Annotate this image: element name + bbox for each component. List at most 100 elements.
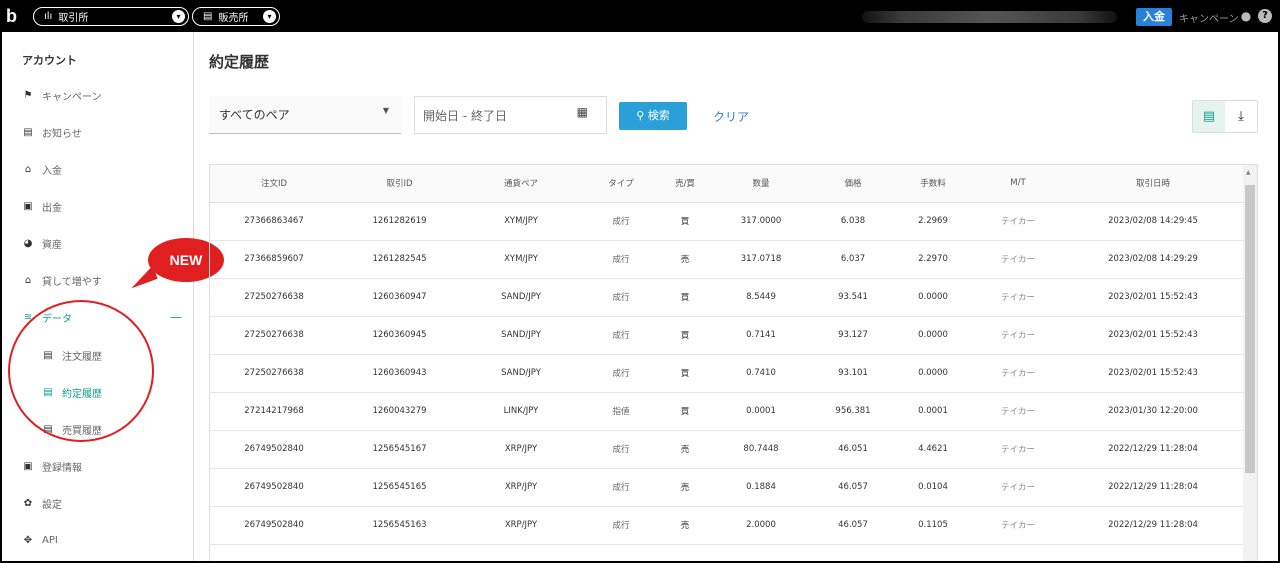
brand-logo[interactable]: b: [6, 7, 26, 27]
store-selector[interactable]: ▤ 販売所 ▾: [192, 7, 280, 26]
sidebar-item-label: 貸して増やす: [42, 276, 102, 288]
search-button[interactable]: ⚲ 検索: [619, 102, 687, 130]
column-header[interactable]: 価格: [813, 165, 893, 203]
clear-button[interactable]: クリア: [713, 108, 749, 125]
table-cell: 27250276638: [210, 354, 338, 393]
top-bar: b ılı 取引所 ▾ ▤ 販売所 ▾ 入金 キャンペーン ● ?: [2, 2, 1278, 32]
sidebar-item-label: 出金: [42, 202, 62, 214]
sidebar-item-settings[interactable]: ✿ 設定: [22, 493, 192, 513]
user-icon[interactable]: ●: [1239, 9, 1253, 23]
gear-icon: ✿: [23, 497, 33, 509]
table-cell: 1260360943: [338, 354, 461, 393]
pair-select[interactable]: すべてのペア ▼: [209, 96, 401, 134]
column-header[interactable]: 売/買: [661, 165, 709, 203]
table-cell: 2.0000: [709, 506, 813, 545]
sidebar-item-notices[interactable]: ▤ お知らせ: [22, 122, 192, 142]
table-cell: テイカー: [973, 506, 1063, 545]
table-cell: 46.057: [813, 468, 893, 507]
table-cell: 6.038: [813, 202, 893, 241]
list-view-icon[interactable]: ▤: [1193, 101, 1225, 132]
table-cell: 成行: [581, 202, 661, 241]
table-cell: 0.0001: [893, 392, 973, 431]
sidebar-item-withdraw[interactable]: ▣ 出金: [22, 196, 192, 216]
id-card-icon: ▣: [23, 460, 33, 472]
table-row[interactable]: 26749502840 1256545167 XRP/JPY 成行売 80.7448 46…: [210, 430, 1243, 469]
calendar-icon[interactable]: ▦: [577, 105, 588, 119]
table-cell: 2023/02/01 15:52:43: [1063, 354, 1243, 393]
column-header[interactable]: タイプ: [581, 165, 661, 203]
column-header[interactable]: M/T: [973, 165, 1063, 203]
table-cell: 売: [661, 506, 709, 545]
table-cell: テイカー: [973, 392, 1063, 431]
column-header[interactable]: 数量: [709, 165, 813, 203]
table-row[interactable]: 26749502840 1256545163 XRP/JPY 成行売 2.0000 46.…: [210, 506, 1243, 545]
sidebar-item-registration[interactable]: ▣ 登録情報: [22, 456, 192, 476]
campaign-link[interactable]: キャンペーン: [1179, 10, 1239, 25]
table-cell: 2.2970: [893, 240, 973, 279]
table-cell: 93.127: [813, 316, 893, 355]
table-cell: 2023/02/01 15:52:43: [1063, 316, 1243, 355]
column-header[interactable]: 手数料: [893, 165, 973, 203]
table-row[interactable]: 27366863467 1261282619 XYM/JPY 成行買 317.0000 6…: [210, 202, 1243, 241]
table-cell: XRP/JPY: [461, 506, 581, 545]
exchange-label: 取引所: [58, 13, 89, 24]
bar-chart-icon: ılı: [44, 11, 53, 22]
search-icon: ⚲: [636, 109, 645, 122]
sidebar-heading: アカウント: [22, 54, 77, 67]
sidebar-item-api[interactable]: ✥ API: [22, 530, 192, 550]
table-cell: 買: [661, 354, 709, 393]
table-row[interactable]: 26749502840 1256545165 XRP/JPY 成行売 0.1884 46.…: [210, 468, 1243, 507]
help-icon[interactable]: ?: [1258, 9, 1272, 23]
table-cell: 2023/02/08 14:29:29: [1063, 240, 1243, 279]
table-row[interactable]: 27366859607 1261282545 XYM/JPY 成行売 317.0718 6…: [210, 240, 1243, 279]
sidebar-item-label: お知らせ: [42, 128, 82, 140]
sidebar-item-deposit[interactable]: ⌂ 入金: [22, 159, 192, 179]
sidebar-item-campaign[interactable]: ⚑ キャンペーン: [22, 85, 192, 105]
table-cell: 0.0104: [893, 468, 973, 507]
table-cell: 2022/12/29 11:28:04: [1063, 430, 1243, 469]
column-header[interactable]: 注文ID: [210, 165, 338, 203]
table-cell: 1260360947: [338, 278, 461, 317]
flag-icon: ⚑: [23, 89, 33, 101]
column-header[interactable]: 通貨ペア: [461, 165, 581, 203]
table-cell: 0.1884: [709, 468, 813, 507]
search-button-label: 検索: [647, 109, 670, 122]
table-cell: 27250276638: [210, 278, 338, 317]
date-range-input[interactable]: 開始日 - 終了日 ▦: [414, 96, 607, 134]
deposit-button[interactable]: 入金: [1136, 8, 1172, 26]
table-cell: XYM/JPY: [461, 202, 581, 241]
table-cell: 成行: [581, 430, 661, 469]
table-cell: テイカー: [973, 468, 1063, 507]
collapse-icon[interactable]: —: [170, 310, 182, 324]
table-cell: 0.0000: [893, 354, 973, 393]
chevron-down-icon: ▾: [263, 10, 276, 23]
table-cell: 買: [661, 278, 709, 317]
table-row[interactable]: 27250276638 1260360943 SAND/JPY 成行買 0.7410 93…: [210, 354, 1243, 393]
api-icon: ✥: [23, 534, 33, 546]
exchange-selector[interactable]: ılı 取引所 ▾: [33, 7, 189, 26]
scroll-up-icon[interactable]: ▲: [1246, 169, 1251, 176]
download-icon[interactable]: ⤓: [1225, 101, 1257, 132]
scrollbar-thumb[interactable]: [1245, 185, 1255, 473]
table-cell: 売: [661, 430, 709, 469]
column-header[interactable]: 取引日時: [1063, 165, 1243, 203]
table-row[interactable]: 27214217968 1260043279 LINK/JPY 指値買 0.0001 95…: [210, 392, 1243, 431]
view-toggle: ▤ ⤓: [1192, 100, 1258, 133]
notice-icon: ▤: [23, 126, 33, 138]
table-row[interactable]: 27250276638 1260360947 SAND/JPY 成行買 8.5449 93…: [210, 278, 1243, 317]
sidebar-item-label: 入金: [42, 165, 62, 177]
table-scrollbar[interactable]: ▲: [1243, 165, 1257, 561]
table-cell: 0.7141: [709, 316, 813, 355]
table-cell: 指値: [581, 392, 661, 431]
table-cell: テイカー: [973, 430, 1063, 469]
table-header-row: 注文ID 取引ID 通貨ペア タイプ 売/買 数量 価格 手数料 M/T 取引日…: [210, 165, 1243, 203]
table-cell: 27366863467: [210, 202, 338, 241]
column-header[interactable]: 取引ID: [338, 165, 461, 203]
table-cell: 1256545167: [338, 430, 461, 469]
table-cell: テイカー: [973, 278, 1063, 317]
table-cell: 2023/01/30 12:20:00: [1063, 392, 1243, 431]
table-row[interactable]: 27250276638 1260360945 SAND/JPY 成行買 0.7141 93…: [210, 316, 1243, 355]
table-cell: 買: [661, 316, 709, 355]
table-cell: 0.7410: [709, 354, 813, 393]
sidebar-item-label: 設定: [42, 499, 62, 511]
